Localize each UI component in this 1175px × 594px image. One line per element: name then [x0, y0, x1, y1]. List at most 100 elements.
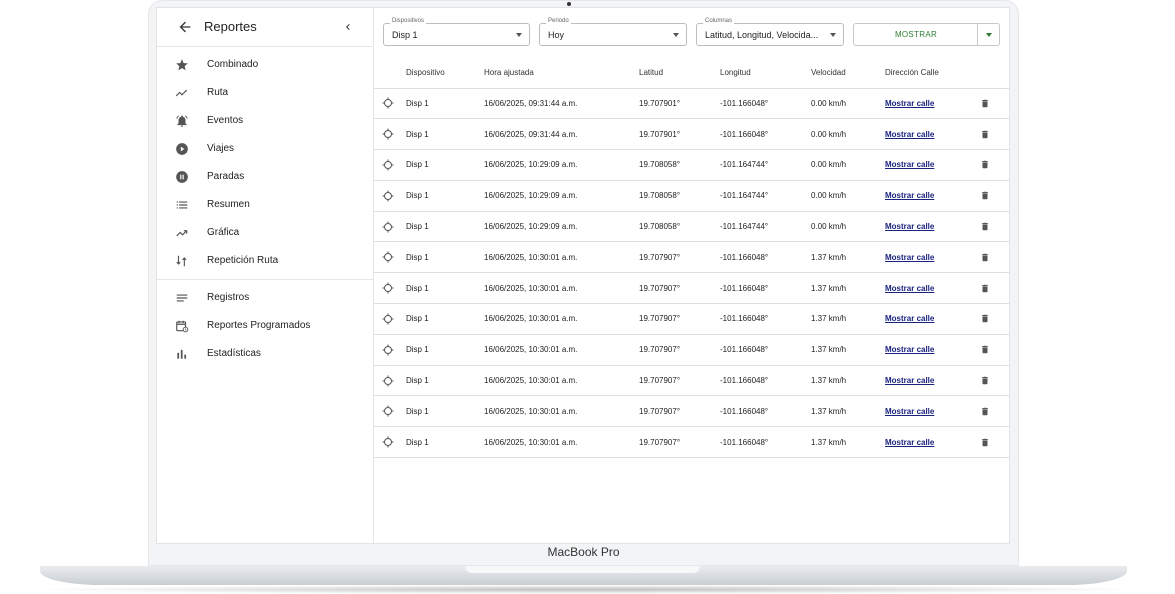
row-latitud: 19.707907°: [639, 365, 720, 397]
row-direccion-cell: Mostrar calle: [885, 180, 980, 212]
trash-icon[interactable]: [980, 190, 990, 201]
row-latitud: 19.707901°: [639, 88, 720, 120]
table-row: Disp 1 16/06/2025, 10:29:09 a.m. 19.708058…: [374, 149, 1009, 181]
gps-locate-icon[interactable]: [382, 405, 394, 417]
trash-icon[interactable]: [980, 283, 990, 294]
mostrar-options-button[interactable]: [977, 23, 1000, 46]
gps-locate-icon[interactable]: [382, 128, 394, 140]
trash-icon[interactable]: [980, 313, 990, 324]
row-delete-cell: [980, 365, 1009, 397]
chevron-left-icon[interactable]: [342, 21, 354, 33]
trash-icon[interactable]: [980, 437, 990, 448]
gps-locate-icon[interactable]: [382, 344, 394, 356]
row-direccion-cell: Mostrar calle: [885, 241, 980, 274]
mostrar-calle-link[interactable]: Mostrar calle: [885, 407, 934, 416]
calendar-clock-icon: [176, 320, 189, 333]
mostrar-calle-link[interactable]: Mostrar calle: [885, 222, 934, 231]
table-row: Disp 1 16/06/2025, 10:30:01 a.m. 19.707907…: [374, 426, 1009, 459]
sidebar-item-estadisticas[interactable]: Estadísticas: [157, 340, 373, 368]
trash-icon[interactable]: [980, 129, 990, 140]
gps-locate-icon[interactable]: [382, 251, 394, 263]
sidebar-item-ruta[interactable]: Ruta: [157, 79, 373, 107]
row-hora: 16/06/2025, 10:30:01 a.m.: [484, 395, 639, 428]
mostrar-calle-link[interactable]: Mostrar calle: [885, 438, 934, 447]
mostrar-calle-link[interactable]: Mostrar calle: [885, 314, 934, 323]
trash-icon[interactable]: [980, 252, 990, 263]
table-row: Disp 1 16/06/2025, 09:31:44 a.m. 19.707901…: [374, 118, 1009, 151]
row-latitud: 19.707907°: [639, 241, 720, 274]
row-direccion-cell: Mostrar calle: [885, 365, 980, 397]
row-direccion-cell: Mostrar calle: [885, 149, 980, 181]
row-longitud: -101.164744°: [720, 211, 811, 243]
row-velocidad: 0.00 km/h: [811, 180, 885, 212]
gps-locate-icon[interactable]: [382, 190, 394, 202]
row-hora: 16/06/2025, 10:30:01 a.m.: [484, 272, 639, 305]
sidebar-header: Reportes: [157, 8, 373, 47]
row-hora: 16/06/2025, 10:30:01 a.m.: [484, 365, 639, 397]
sidebar-item-repeticion-ruta[interactable]: Repetición Ruta: [157, 247, 373, 275]
mostrar-calle-link[interactable]: Mostrar calle: [885, 376, 934, 385]
header-blank: [374, 57, 406, 89]
trash-icon[interactable]: [980, 221, 990, 232]
header-latitud: Latitud: [639, 57, 720, 89]
row-dispositivo: Disp 1: [406, 149, 484, 181]
mostrar-calle-link[interactable]: Mostrar calle: [885, 130, 934, 139]
row-hora: 16/06/2025, 10:29:09 a.m.: [484, 211, 639, 243]
sidebar-item-resumen[interactable]: Resumen: [157, 191, 373, 219]
row-longitud: -101.166048°: [720, 118, 811, 151]
gps-locate-icon[interactable]: [382, 282, 394, 294]
sidebar-item-viajes[interactable]: Viajes: [157, 135, 373, 163]
row-latitud: 19.707907°: [639, 334, 720, 366]
trash-icon[interactable]: [980, 98, 990, 109]
mostrar-button[interactable]: MOSTRAR: [853, 23, 978, 46]
row-dispositivo: Disp 1: [406, 88, 484, 120]
dispositivos-select[interactable]: Dispositivos Disp 1: [383, 18, 530, 46]
timeline-icon: [175, 89, 188, 97]
mostrar-calle-link[interactable]: Mostrar calle: [885, 99, 934, 108]
table-row: Disp 1 16/06/2025, 10:30:01 a.m. 19.707907…: [374, 395, 1009, 428]
caret-down-icon: [986, 33, 992, 37]
row-longitud: -101.166048°: [720, 241, 811, 274]
gps-locate-icon[interactable]: [382, 159, 394, 171]
table-header-row: Dispositivo Hora ajustada Latitud Longit…: [374, 57, 1009, 89]
sidebar-item-reportes-programados[interactable]: Reportes Programados: [157, 312, 373, 340]
gps-locate-icon[interactable]: [382, 375, 394, 387]
row-latitud: 19.708058°: [639, 149, 720, 181]
row-dispositivo: Disp 1: [406, 303, 484, 335]
gps-locate-icon[interactable]: [382, 221, 394, 233]
sidebar-item-grafica[interactable]: Gráfica: [157, 219, 373, 247]
gps-locate-icon[interactable]: [382, 313, 394, 325]
report-main: Dispositivos Disp 1 Periodo Hoy Columnas…: [374, 8, 1009, 543]
mostrar-calle-link[interactable]: Mostrar calle: [885, 191, 934, 200]
trash-icon[interactable]: [980, 406, 990, 417]
gps-locate-icon[interactable]: [382, 436, 394, 448]
row-longitud: -101.166048°: [720, 395, 811, 428]
sidebar-item-eventos[interactable]: Eventos: [157, 107, 373, 135]
mostrar-calle-link[interactable]: Mostrar calle: [885, 345, 934, 354]
trash-icon[interactable]: [980, 344, 990, 355]
row-dispositivo: Disp 1: [406, 395, 484, 428]
row-longitud: -101.164744°: [720, 149, 811, 181]
row-hora: 16/06/2025, 10:30:01 a.m.: [484, 303, 639, 335]
sidebar-item-combinado[interactable]: Combinado: [157, 51, 373, 79]
row-velocidad: 1.37 km/h: [811, 303, 885, 335]
row-delete-cell: [980, 272, 1009, 305]
mostrar-calle-link[interactable]: Mostrar calle: [885, 253, 934, 262]
trash-icon[interactable]: [980, 375, 990, 386]
row-direccion-cell: Mostrar calle: [885, 88, 980, 120]
trash-icon[interactable]: [980, 159, 990, 170]
row-delete-cell: [980, 118, 1009, 151]
report-table: Dispositivo Hora ajustada Latitud Longit…: [374, 57, 1009, 459]
sidebar-item-paradas[interactable]: Paradas: [157, 163, 373, 191]
mostrar-calle-link[interactable]: Mostrar calle: [885, 284, 934, 293]
row-delete-cell: [980, 395, 1009, 428]
row-velocidad: 1.37 km/h: [811, 334, 885, 366]
row-locate-cell: [374, 118, 406, 151]
gps-locate-icon[interactable]: [382, 97, 394, 109]
arrow-left-icon[interactable]: [177, 19, 193, 35]
columnas-select[interactable]: Columnas Latitud, Longitud, Velocida...: [696, 18, 844, 46]
mostrar-calle-link[interactable]: Mostrar calle: [885, 160, 934, 169]
sidebar-item-registros[interactable]: Registros: [157, 284, 373, 312]
sidebar-item-label: Registros: [207, 292, 250, 303]
periodo-select[interactable]: Periodo Hoy: [539, 18, 687, 46]
